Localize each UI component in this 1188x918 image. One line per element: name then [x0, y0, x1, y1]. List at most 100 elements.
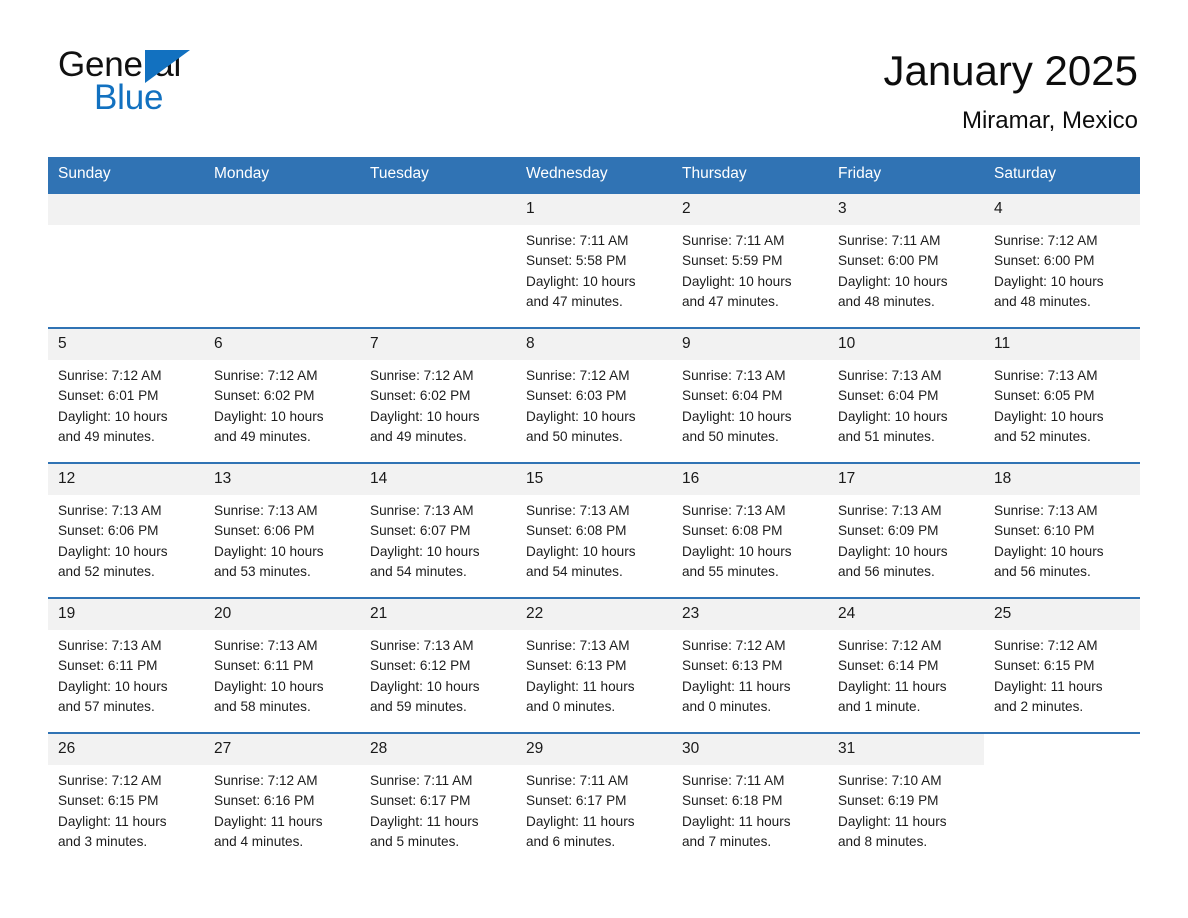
detail-daylight-line2: and 53 minutes. [214, 564, 311, 580]
detail-daylight-line1: Daylight: 10 hours [682, 273, 792, 289]
page-header: General Blue January 2025 Miramar, Mexic… [48, 0, 1140, 135]
day-cell-inner [984, 734, 1140, 867]
day-cell-inner: 21 Sunrise: 7:13 AM Sunset: 6:12 PM Dayligh… [360, 599, 516, 732]
calendar-day-cell[interactable]: 24 Sunrise: 7:12 AM Sunset: 6:14 PM Dayligh… [828, 597, 984, 733]
detail-daylight-line2: and 50 minutes. [526, 429, 623, 445]
calendar-day-cell[interactable]: 20 Sunrise: 7:13 AM Sunset: 6:11 PM Dayligh… [204, 597, 360, 733]
detail-sunrise: Sunrise: 7:11 AM [370, 773, 473, 788]
detail-sunrise: Sunrise: 7:13 AM [838, 368, 942, 383]
detail-daylight-line1: Daylight: 10 hours [58, 408, 168, 424]
day-number: 29 [516, 734, 672, 765]
detail-sunrise: Sunrise: 7:10 AM [838, 773, 942, 788]
weekday-header-sunday: Sunday [48, 157, 204, 193]
brand-logo[interactable]: General Blue [48, 46, 258, 126]
calendar-day-cell[interactable]: 19 Sunrise: 7:13 AM Sunset: 6:11 PM Dayligh… [48, 597, 204, 733]
calendar-day-cell[interactable]: 23 Sunrise: 7:12 AM Sunset: 6:13 PM Dayligh… [672, 597, 828, 733]
day-cell-inner: 29 Sunrise: 7:11 AM Sunset: 6:17 PM Dayligh… [516, 734, 672, 867]
calendar-day-cell[interactable]: 8 Sunrise: 7:12 AM Sunset: 6:03 PM Daylight… [516, 327, 672, 463]
detail-daylight-line1: Daylight: 11 hours [994, 678, 1103, 694]
calendar-day-cell-empty [48, 192, 204, 328]
detail-daylight-line1: Daylight: 11 hours [370, 813, 479, 829]
day-number: 27 [204, 734, 360, 765]
calendar-day-cell[interactable]: 12 Sunrise: 7:13 AM Sunset: 6:06 PM Dayligh… [48, 462, 204, 598]
calendar-day-cell[interactable]: 25 Sunrise: 7:12 AM Sunset: 6:15 PM Dayligh… [984, 597, 1140, 733]
day-cell-inner: 24 Sunrise: 7:12 AM Sunset: 6:14 PM Dayligh… [828, 599, 984, 732]
calendar-day-cell[interactable]: 17 Sunrise: 7:13 AM Sunset: 6:09 PM Dayligh… [828, 462, 984, 598]
detail-sunset: Sunset: 6:08 PM [526, 523, 627, 539]
day-number: 7 [360, 329, 516, 360]
day-cell-inner: 26 Sunrise: 7:12 AM Sunset: 6:15 PM Dayligh… [48, 734, 204, 867]
detail-sunrise: Sunrise: 7:13 AM [214, 638, 318, 653]
day-sun-details: Sunrise: 7:12 AM Sunset: 6:15 PM Daylight:… [48, 765, 204, 853]
calendar-day-cell[interactable]: 30 Sunrise: 7:11 AM Sunset: 6:18 PM Dayligh… [672, 732, 828, 868]
page-title: January 2025 [883, 47, 1138, 94]
calendar-body: 1 Sunrise: 7:11 AM Sunset: 5:58 PM Daylight… [48, 192, 1140, 868]
calendar-day-cell[interactable]: 16 Sunrise: 7:13 AM Sunset: 6:08 PM Dayligh… [672, 462, 828, 598]
brand-triangle-icon [145, 50, 190, 83]
calendar-day-cell[interactable]: 11 Sunrise: 7:13 AM Sunset: 6:05 PM Dayligh… [984, 327, 1140, 463]
calendar-day-cell[interactable]: 15 Sunrise: 7:13 AM Sunset: 6:08 PM Dayligh… [516, 462, 672, 598]
detail-sunset: Sunset: 6:04 PM [838, 388, 939, 404]
detail-daylight-line2: and 7 minutes. [682, 834, 772, 850]
detail-sunset: Sunset: 6:10 PM [994, 523, 1095, 539]
detail-daylight-line2: and 49 minutes. [58, 429, 155, 445]
calendar-day-cell[interactable]: 7 Sunrise: 7:12 AM Sunset: 6:02 PM Daylight… [360, 327, 516, 463]
day-sun-details: Sunrise: 7:13 AM Sunset: 6:11 PM Daylight:… [48, 630, 204, 718]
calendar-day-cell[interactable]: 3 Sunrise: 7:11 AM Sunset: 6:00 PM Daylight… [828, 192, 984, 328]
detail-sunrise: Sunrise: 7:13 AM [214, 503, 318, 518]
day-cell-inner: 16 Sunrise: 7:13 AM Sunset: 6:08 PM Dayligh… [672, 464, 828, 597]
calendar-day-cell[interactable]: 13 Sunrise: 7:13 AM Sunset: 6:06 PM Dayligh… [204, 462, 360, 598]
calendar-day-cell[interactable]: 26 Sunrise: 7:12 AM Sunset: 6:15 PM Dayligh… [48, 732, 204, 868]
calendar-day-cell[interactable]: 27 Sunrise: 7:12 AM Sunset: 6:16 PM Dayligh… [204, 732, 360, 868]
day-sun-details: Sunrise: 7:13 AM Sunset: 6:10 PM Daylight:… [984, 495, 1140, 583]
detail-daylight-line1: Daylight: 10 hours [838, 543, 948, 559]
calendar-day-cell[interactable]: 29 Sunrise: 7:11 AM Sunset: 6:17 PM Dayligh… [516, 732, 672, 868]
calendar-day-cell[interactable]: 14 Sunrise: 7:13 AM Sunset: 6:07 PM Dayligh… [360, 462, 516, 598]
detail-sunset: Sunset: 6:15 PM [994, 658, 1095, 674]
calendar-header-row: Sunday Monday Tuesday Wednesday Thursday Frid… [48, 157, 1140, 193]
calendar-day-cell[interactable]: 21 Sunrise: 7:13 AM Sunset: 6:12 PM Dayligh… [360, 597, 516, 733]
weekday-header-thursday: Thursday [672, 157, 828, 193]
detail-sunset: Sunset: 6:15 PM [58, 793, 159, 809]
day-number: 20 [204, 599, 360, 630]
day-number: 17 [828, 464, 984, 495]
detail-daylight-line1: Daylight: 10 hours [214, 543, 324, 559]
calendar-day-cell[interactable]: 1 Sunrise: 7:11 AM Sunset: 5:58 PM Daylight… [516, 192, 672, 328]
detail-daylight-line2: and 3 minutes. [58, 834, 148, 850]
detail-sunrise: Sunrise: 7:13 AM [370, 503, 474, 518]
day-cell-inner [204, 194, 360, 327]
day-number: 11 [984, 329, 1140, 360]
calendar-day-cell[interactable]: 10 Sunrise: 7:13 AM Sunset: 6:04 PM Dayligh… [828, 327, 984, 463]
detail-daylight-line1: Daylight: 11 hours [214, 813, 323, 829]
day-number: 21 [360, 599, 516, 630]
detail-daylight-line1: Daylight: 10 hours [526, 273, 636, 289]
calendar-day-cell[interactable]: 28 Sunrise: 7:11 AM Sunset: 6:17 PM Dayligh… [360, 732, 516, 868]
detail-daylight-line2: and 57 minutes. [58, 699, 155, 715]
calendar-day-cell[interactable]: 5 Sunrise: 7:12 AM Sunset: 6:01 PM Daylight… [48, 327, 204, 463]
calendar-week-row: 1 Sunrise: 7:11 AM Sunset: 5:58 PM Daylight… [48, 192, 1140, 328]
detail-sunrise: Sunrise: 7:12 AM [994, 233, 1098, 248]
day-sun-details: Sunrise: 7:11 AM Sunset: 6:00 PM Daylight:… [828, 225, 984, 313]
detail-daylight-line2: and 0 minutes. [526, 699, 616, 715]
day-sun-details: Sunrise: 7:11 AM Sunset: 6:17 PM Daylight:… [360, 765, 516, 853]
day-number: 18 [984, 464, 1140, 495]
calendar-day-cell[interactable]: 2 Sunrise: 7:11 AM Sunset: 5:59 PM Daylight… [672, 192, 828, 328]
day-cell-inner: 8 Sunrise: 7:12 AM Sunset: 6:03 PM Daylight… [516, 329, 672, 462]
detail-daylight-line1: Daylight: 10 hours [58, 678, 168, 694]
day-sun-details: Sunrise: 7:13 AM Sunset: 6:11 PM Daylight:… [204, 630, 360, 718]
calendar-day-cell[interactable]: 18 Sunrise: 7:13 AM Sunset: 6:10 PM Dayligh… [984, 462, 1140, 598]
calendar-day-cell[interactable]: 31 Sunrise: 7:10 AM Sunset: 6:19 PM Dayligh… [828, 732, 984, 868]
day-number [360, 194, 516, 225]
detail-sunset: Sunset: 6:09 PM [838, 523, 939, 539]
calendar-day-cell[interactable]: 9 Sunrise: 7:13 AM Sunset: 6:04 PM Daylight… [672, 327, 828, 463]
calendar-day-cell[interactable]: 22 Sunrise: 7:13 AM Sunset: 6:13 PM Dayligh… [516, 597, 672, 733]
calendar-day-cell[interactable]: 6 Sunrise: 7:12 AM Sunset: 6:02 PM Daylight… [204, 327, 360, 463]
day-number [984, 734, 1140, 765]
day-number: 6 [204, 329, 360, 360]
day-cell-inner: 13 Sunrise: 7:13 AM Sunset: 6:06 PM Dayligh… [204, 464, 360, 597]
detail-sunrise: Sunrise: 7:13 AM [526, 638, 630, 653]
day-sun-details: Sunrise: 7:12 AM Sunset: 6:02 PM Daylight:… [204, 360, 360, 448]
day-sun-details: Sunrise: 7:13 AM Sunset: 6:08 PM Daylight:… [516, 495, 672, 583]
detail-daylight-line2: and 49 minutes. [214, 429, 311, 445]
calendar-day-cell[interactable]: 4 Sunrise: 7:12 AM Sunset: 6:00 PM Daylight… [984, 192, 1140, 328]
